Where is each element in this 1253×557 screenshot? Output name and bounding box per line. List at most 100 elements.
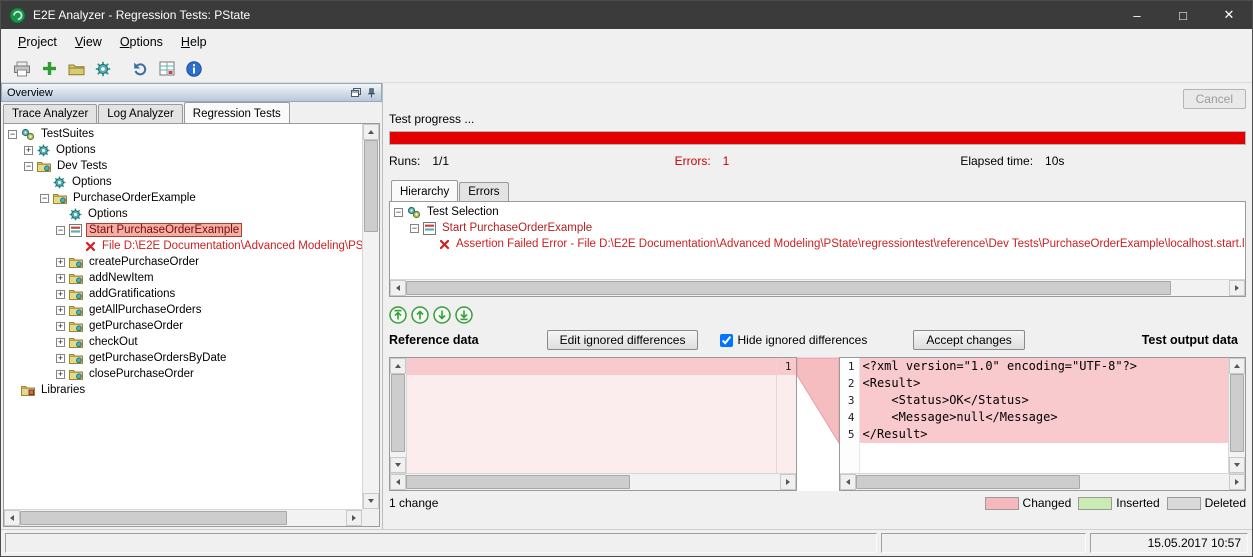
tab-hierarchy[interactable]: Hierarchy bbox=[391, 180, 458, 201]
print-icon[interactable] bbox=[10, 57, 34, 81]
menu-project[interactable]: Project bbox=[9, 31, 66, 53]
hide-ignored-checkbox[interactable] bbox=[720, 334, 733, 347]
scroll-right-icon[interactable] bbox=[1229, 280, 1245, 296]
tab-trace-analyzer[interactable]: Trace Analyzer bbox=[3, 104, 97, 123]
scroll-left-icon[interactable] bbox=[390, 474, 406, 490]
last-difference-icon[interactable] bbox=[455, 306, 473, 324]
tree-expand-toggle[interactable]: − bbox=[56, 226, 65, 235]
tree-row[interactable]: + getPurchaseOrder bbox=[4, 318, 362, 334]
tree-expand-toggle[interactable]: − bbox=[394, 208, 403, 217]
add-icon[interactable] bbox=[37, 57, 61, 81]
tree-expand-toggle[interactable]: − bbox=[8, 130, 17, 139]
tree-row-label: getPurchaseOrder bbox=[87, 320, 185, 332]
tree-row-label: getPurchaseOrdersByDate bbox=[87, 352, 228, 364]
tree-expand-toggle[interactable]: + bbox=[56, 290, 65, 299]
first-difference-icon[interactable] bbox=[389, 306, 407, 324]
tree-row[interactable]: − TestSuites bbox=[4, 126, 362, 142]
scroll-left-icon[interactable] bbox=[4, 510, 20, 526]
output-code: <?xml version="1.0" encoding="UTF-8"?><R… bbox=[860, 358, 1229, 473]
tree-row[interactable]: −PurchaseOrderExample bbox=[4, 190, 362, 206]
code-line: <Result> bbox=[860, 375, 1229, 392]
settings-icon[interactable] bbox=[91, 57, 115, 81]
tree-row[interactable]: Assertion Failed Error - File D:\E2E Doc… bbox=[390, 236, 1245, 252]
tree-row[interactable]: Options bbox=[4, 174, 362, 190]
scroll-left-icon[interactable] bbox=[840, 474, 856, 490]
output-vertical-scrollbar[interactable] bbox=[1228, 358, 1245, 473]
hierarchy-horizontal-scrollbar[interactable] bbox=[390, 279, 1245, 296]
tree-expand-toggle[interactable]: − bbox=[40, 194, 49, 203]
tree-row[interactable]: Options bbox=[4, 206, 362, 222]
tree-expand-toggle[interactable]: + bbox=[56, 306, 65, 315]
tree-expand-toggle[interactable]: + bbox=[56, 322, 65, 331]
menu-help[interactable]: Help bbox=[172, 31, 216, 53]
tree-vertical-scrollbar[interactable] bbox=[362, 124, 379, 509]
tree-row[interactable]: +Options bbox=[4, 142, 362, 158]
menu-view[interactable]: View bbox=[66, 31, 111, 53]
tree-row[interactable]: +addNewItem bbox=[4, 270, 362, 286]
accept-changes-button[interactable]: Accept changes bbox=[913, 330, 1024, 350]
next-difference-icon[interactable] bbox=[433, 306, 451, 324]
scroll-down-icon[interactable] bbox=[1229, 457, 1245, 473]
scroll-right-icon[interactable] bbox=[780, 474, 796, 490]
tree-row[interactable]: −Start PurchaseOrderExample bbox=[4, 222, 362, 238]
scroll-up-icon[interactable] bbox=[1229, 358, 1245, 374]
error-icon bbox=[85, 241, 96, 252]
float-window-icon[interactable] bbox=[351, 88, 361, 97]
options-icon bbox=[37, 144, 50, 157]
tab-regression-tests[interactable]: Regression Tests bbox=[184, 102, 290, 123]
reference-vertical-scrollbar[interactable] bbox=[390, 358, 407, 473]
tab-log-analyzer[interactable]: Log Analyzer bbox=[98, 104, 183, 123]
tab-errors[interactable]: Errors bbox=[459, 182, 508, 201]
tree-horizontal-scrollbar[interactable] bbox=[4, 509, 362, 526]
overview-panel: Overview Trace AnalyzerLog AnalyzerRegre… bbox=[1, 83, 383, 529]
tree-expand-toggle[interactable]: + bbox=[56, 338, 65, 347]
tree-row-label: TestSuites bbox=[39, 128, 96, 140]
scroll-down-icon[interactable] bbox=[363, 493, 379, 509]
test-output-pane[interactable]: 12345 <?xml version="1.0" encoding="UTF-… bbox=[839, 357, 1247, 491]
tree-row[interactable]: +getAllPurchaseOrders bbox=[4, 302, 362, 318]
tree-row[interactable]: +createPurchaseOrder bbox=[4, 254, 362, 270]
tree-row[interactable]: +checkOut bbox=[4, 334, 362, 350]
tree-row[interactable]: −Test Selection bbox=[390, 204, 1245, 220]
tree-expand-toggle[interactable]: + bbox=[56, 258, 65, 267]
cancel-button[interactable]: Cancel bbox=[1183, 89, 1246, 109]
app-window: E2E Analyzer - Regression Tests: PState … bbox=[0, 0, 1253, 557]
tree-row[interactable]: −Start PurchaseOrderExample bbox=[390, 220, 1245, 236]
scroll-right-icon[interactable] bbox=[346, 510, 362, 526]
tree-expand-toggle[interactable]: + bbox=[56, 274, 65, 283]
tree-row[interactable]: Libraries bbox=[4, 382, 362, 398]
tree-row[interactable]: +addGratifications bbox=[4, 286, 362, 302]
minimize-button[interactable]: – bbox=[1114, 1, 1160, 29]
error-icon bbox=[439, 239, 450, 250]
tree-expand-toggle[interactable]: − bbox=[24, 162, 33, 171]
output-line-numbers: 12345 bbox=[840, 358, 860, 473]
scroll-up-icon[interactable] bbox=[390, 358, 406, 374]
undo-icon[interactable] bbox=[128, 57, 152, 81]
reference-horizontal-scrollbar[interactable] bbox=[390, 473, 796, 490]
tree-expand-toggle[interactable]: + bbox=[56, 354, 65, 363]
diff-nav bbox=[389, 306, 1246, 324]
reference-code bbox=[407, 358, 776, 473]
reference-data-pane[interactable]: 1 bbox=[389, 357, 797, 491]
previous-difference-icon[interactable] bbox=[411, 306, 429, 324]
scroll-right-icon[interactable] bbox=[1229, 474, 1245, 490]
menu-options[interactable]: Options bbox=[111, 31, 172, 53]
maximize-button[interactable]: □ bbox=[1160, 1, 1206, 29]
info-icon[interactable] bbox=[182, 57, 206, 81]
tree-row[interactable]: + getPurchaseOrdersByDate bbox=[4, 350, 362, 366]
tree-row[interactable]: File D:\E2E Documentation\Advanced Model… bbox=[4, 238, 362, 254]
open-folder-icon[interactable] bbox=[64, 57, 88, 81]
tree-expand-toggle[interactable]: − bbox=[410, 224, 419, 233]
close-button[interactable]: ✕ bbox=[1206, 1, 1252, 29]
output-horizontal-scrollbar[interactable] bbox=[840, 473, 1246, 490]
tree-expand-toggle[interactable]: + bbox=[56, 370, 65, 379]
edit-ignored-differences-button[interactable]: Edit ignored differences bbox=[547, 330, 699, 350]
scroll-left-icon[interactable] bbox=[390, 280, 406, 296]
pin-icon[interactable] bbox=[367, 88, 376, 98]
tree-row[interactable]: −Dev Tests bbox=[4, 158, 362, 174]
tree-expand-toggle[interactable]: + bbox=[24, 146, 33, 155]
report-icon[interactable] bbox=[155, 57, 179, 81]
scroll-down-icon[interactable] bbox=[390, 457, 406, 473]
scroll-up-icon[interactable] bbox=[363, 124, 379, 140]
tree-row[interactable]: +closePurchaseOrder bbox=[4, 366, 362, 382]
